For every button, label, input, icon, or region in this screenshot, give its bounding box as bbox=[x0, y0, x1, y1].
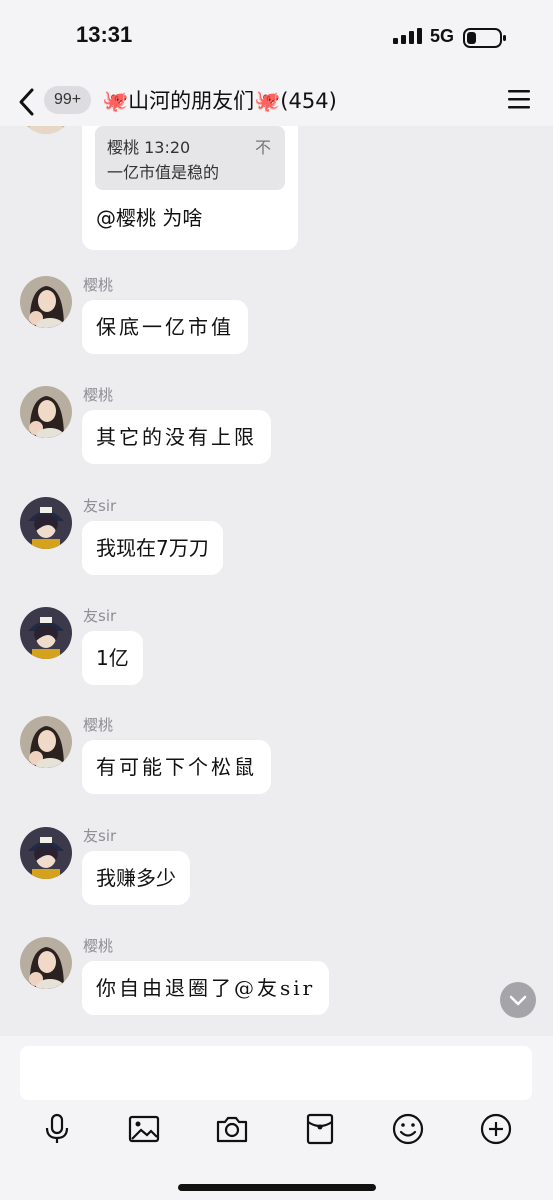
message-bubble[interactable]: 1亿 bbox=[82, 631, 143, 685]
home-indicator bbox=[178, 1184, 376, 1191]
message-bubble[interactable]: 有可能下个松鼠 bbox=[82, 740, 271, 794]
status-bar: 13:31 5G bbox=[0, 0, 553, 78]
sender-name: 樱桃 bbox=[83, 386, 114, 404]
quote-text: 一亿市值是稳的 bbox=[107, 163, 220, 182]
quoted-message[interactable]: 樱桃 13:20 不 一亿市值是稳的 bbox=[95, 126, 285, 190]
message-bubble[interactable]: 其它的没有上限 bbox=[82, 410, 271, 464]
message-bubble[interactable]: 你自由退圈了@友sir bbox=[82, 961, 330, 1015]
sender-name: 樱桃 bbox=[83, 716, 114, 734]
quote-reply-bubble[interactable]: 樱桃 13:20 不 一亿市值是稳的 @樱桃 为啥 bbox=[82, 126, 298, 250]
unread-count-badge[interactable]: 99+ bbox=[44, 86, 92, 114]
avatar[interactable] bbox=[20, 716, 72, 768]
group-title[interactable]: 🐙山河的朋友们🐙(454) bbox=[102, 86, 337, 116]
menu-icon[interactable] bbox=[508, 88, 530, 110]
sender-name: 樱桃 bbox=[83, 276, 114, 294]
scroll-to-bottom-button[interactable] bbox=[500, 982, 536, 1018]
camera-icon[interactable] bbox=[215, 1112, 249, 1146]
avatar[interactable] bbox=[20, 276, 72, 328]
message-list[interactable]: 樱桃 13:20 不 一亿市值是稳的 @樱桃 为啥 樱桃 保底一亿市值 樱桃 其… bbox=[0, 126, 553, 1036]
avatar[interactable] bbox=[20, 386, 72, 438]
battery-icon bbox=[463, 28, 506, 48]
composer bbox=[0, 1036, 553, 1200]
reply-text: @樱桃 为啥 bbox=[96, 206, 203, 230]
sender-name: 友sir bbox=[83, 497, 117, 515]
avatar[interactable] bbox=[20, 827, 72, 879]
quote-close-label: 不 bbox=[254, 138, 271, 157]
sender-name: 友sir bbox=[83, 607, 117, 625]
message-bubble[interactable]: 我赚多少 bbox=[82, 851, 190, 905]
message-bubble[interactable]: 保底一亿市值 bbox=[82, 300, 248, 354]
avatar[interactable] bbox=[20, 126, 72, 134]
chevron-down-icon bbox=[509, 995, 527, 1006]
quote-sender-time: 樱桃 13:20 bbox=[107, 138, 191, 157]
network-type: 5G bbox=[430, 26, 455, 46]
chat-header: 99+ 🐙山河的朋友们🐙(454) bbox=[0, 78, 553, 126]
image-icon[interactable] bbox=[127, 1112, 161, 1146]
avatar[interactable] bbox=[20, 497, 72, 549]
emoji-icon[interactable] bbox=[391, 1112, 425, 1146]
cellular-signal-icon bbox=[393, 28, 422, 44]
avatar[interactable] bbox=[20, 607, 72, 659]
back-chevron-icon[interactable] bbox=[14, 85, 40, 119]
sender-name: 樱桃 bbox=[83, 937, 114, 955]
message-bubble[interactable]: 我现在7万刀 bbox=[82, 521, 223, 575]
plus-icon[interactable] bbox=[479, 1112, 513, 1146]
sender-name: 友sir bbox=[83, 827, 117, 845]
message-input[interactable] bbox=[20, 1046, 532, 1100]
microphone-icon[interactable] bbox=[40, 1112, 74, 1146]
avatar[interactable] bbox=[20, 937, 72, 989]
red-packet-icon[interactable] bbox=[303, 1112, 337, 1146]
status-time: 13:31 bbox=[76, 22, 133, 47]
